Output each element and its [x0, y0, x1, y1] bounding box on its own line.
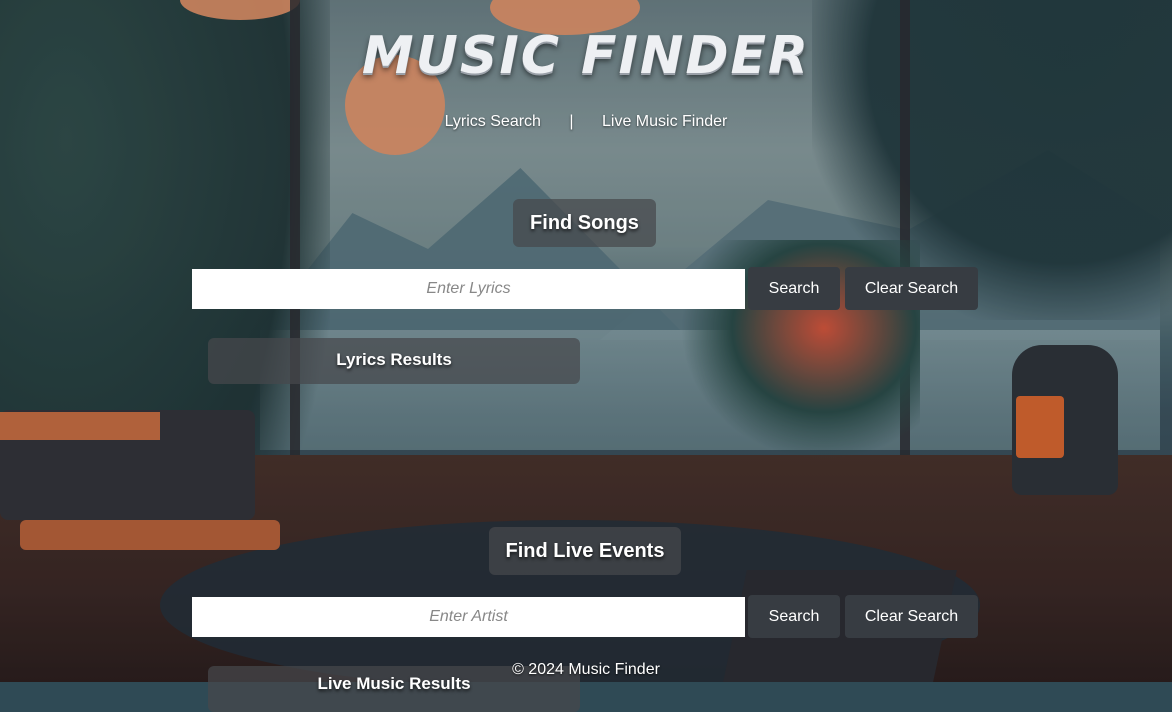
- lyrics-search-input[interactable]: [192, 269, 745, 309]
- background-illustration: [0, 0, 1172, 682]
- nav-live-music-finder[interactable]: Live Music Finder: [602, 113, 727, 130]
- nav-separator: |: [569, 113, 574, 130]
- lyrics-search-button[interactable]: Search: [748, 267, 840, 310]
- main-nav: Lyrics Search | Live Music Finder: [0, 113, 1172, 131]
- find-live-events-heading: Find Live Events: [489, 527, 681, 575]
- nav-lyrics-search[interactable]: Lyrics Search: [445, 113, 541, 130]
- artist-search-button[interactable]: Search: [748, 595, 840, 638]
- artist-clear-button[interactable]: Clear Search: [845, 595, 978, 638]
- footer-copyright: © 2024 Music Finder: [512, 661, 660, 678]
- find-songs-heading: Find Songs: [513, 199, 656, 247]
- artist-search-input[interactable]: [192, 597, 745, 637]
- lyrics-results-heading: Lyrics Results: [208, 338, 580, 384]
- site-logo: MUSIC FINDER: [361, 26, 811, 86]
- lyrics-clear-button[interactable]: Clear Search: [845, 267, 978, 310]
